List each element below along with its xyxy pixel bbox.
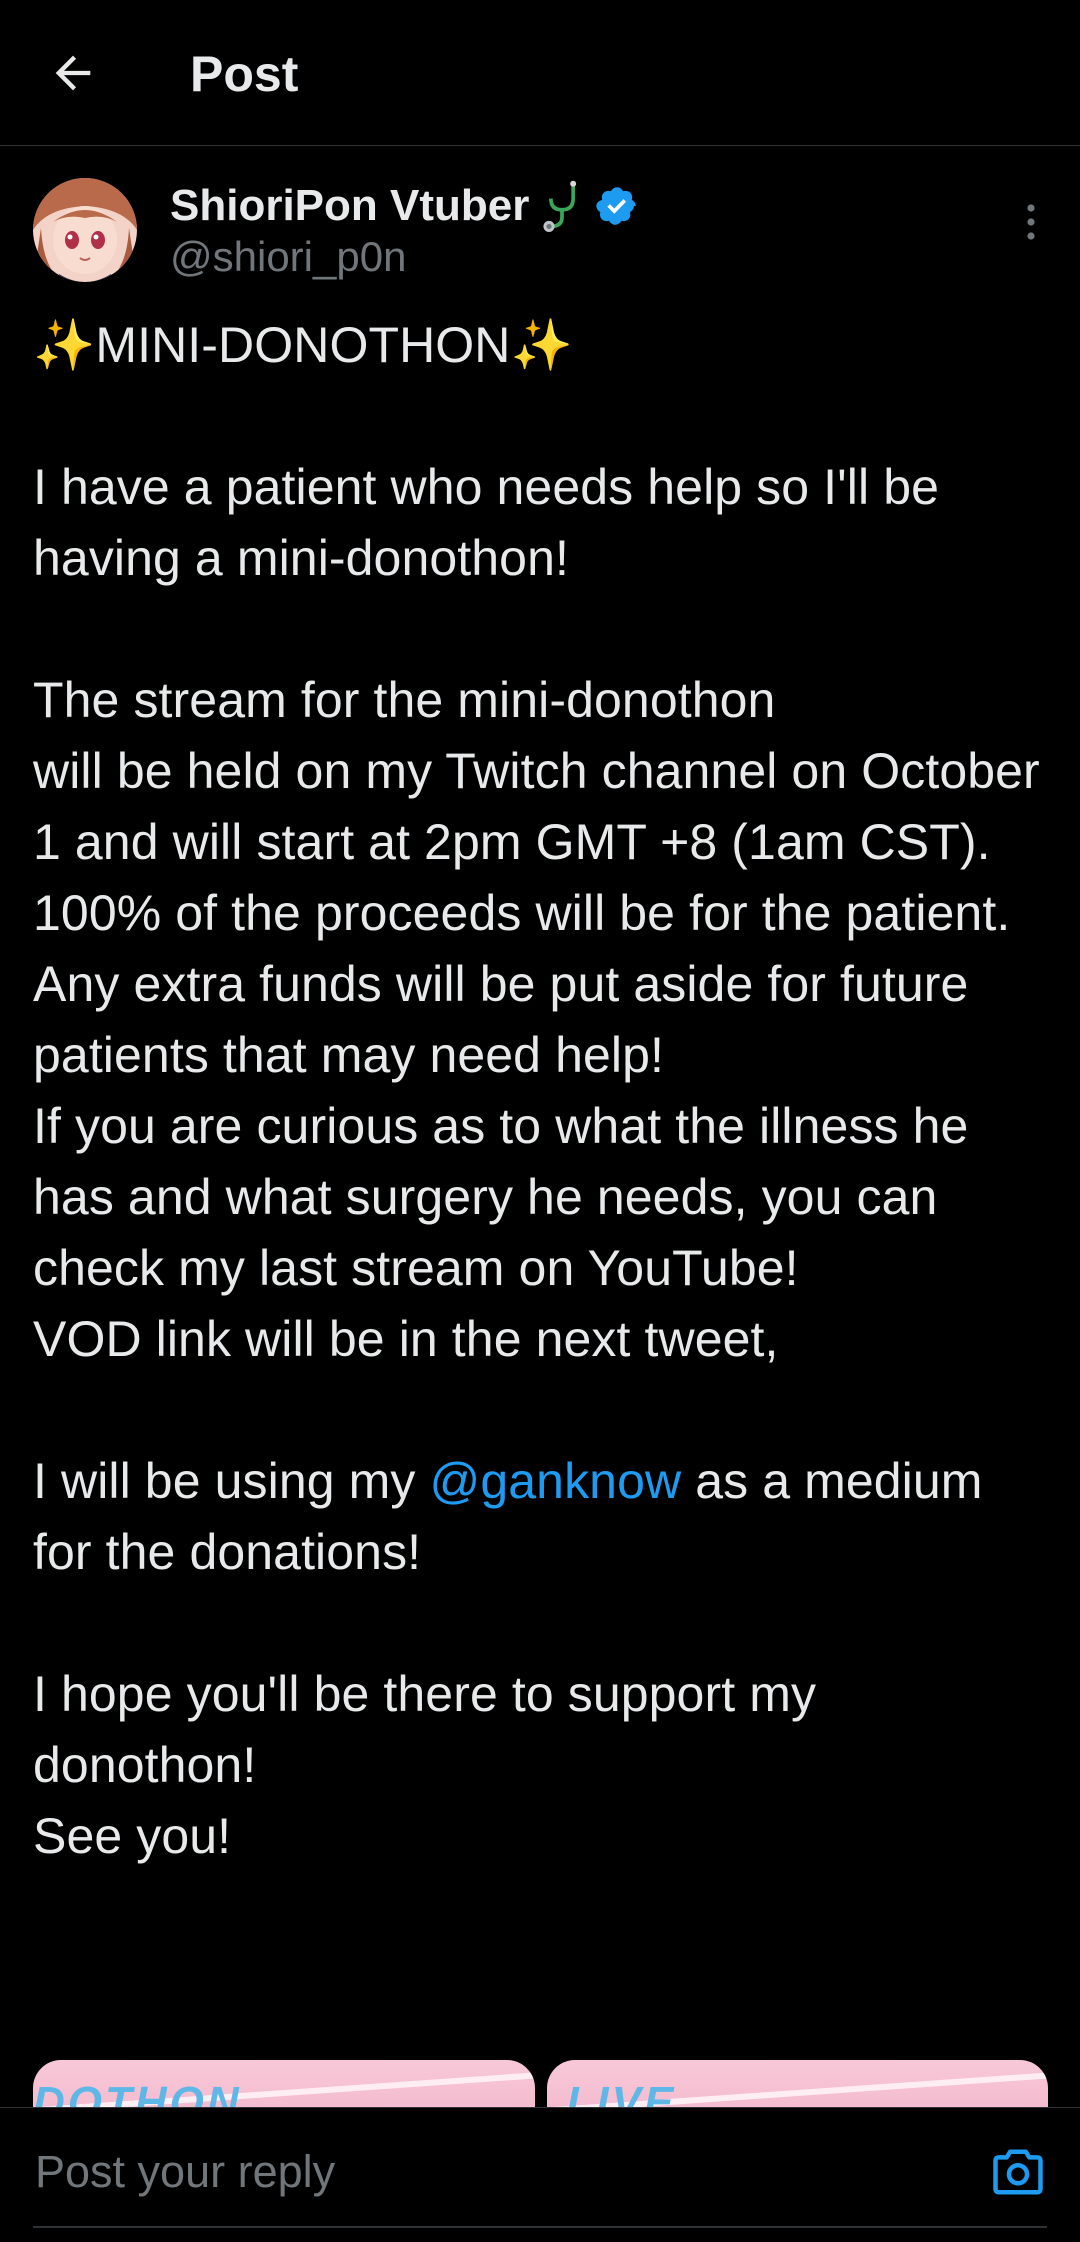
display-name-row: ShioriPon Vtuber (170, 178, 639, 234)
post-body: ✨MINI-DONOTHON✨ I have a patient who nee… (33, 310, 1043, 1872)
reply-divider (33, 2226, 1047, 2228)
camera-icon (993, 2149, 1043, 2195)
mention-link[interactable]: @ganknow (429, 1453, 681, 1509)
more-options-button[interactable] (1009, 200, 1053, 244)
camera-button[interactable] (990, 2144, 1046, 2200)
page-title: Post (190, 46, 299, 102)
back-button[interactable] (36, 36, 110, 110)
reply-bar (0, 2107, 1080, 2242)
avatar-image (33, 178, 137, 282)
avatar[interactable] (33, 178, 137, 282)
reply-input[interactable] (33, 2136, 937, 2208)
post-text-part-1: ✨MINI-DONOTHON✨ I have a patient who nee… (33, 317, 1040, 1509)
top-bar: Post (0, 0, 1080, 146)
stethoscope-icon (543, 180, 577, 232)
verified-badge-icon (596, 187, 637, 225)
post-text-part-2: as a medium for the donations! I hope yo… (33, 1453, 983, 1864)
user-handle[interactable]: @shiori_p0n (170, 233, 406, 281)
display-name[interactable]: ShioriPon Vtuber (170, 181, 529, 231)
post-author: ShioriPon Vtuber @shiori_p0n (33, 178, 1053, 288)
more-vertical-icon (1027, 204, 1035, 240)
arrow-left-icon (55, 55, 91, 91)
